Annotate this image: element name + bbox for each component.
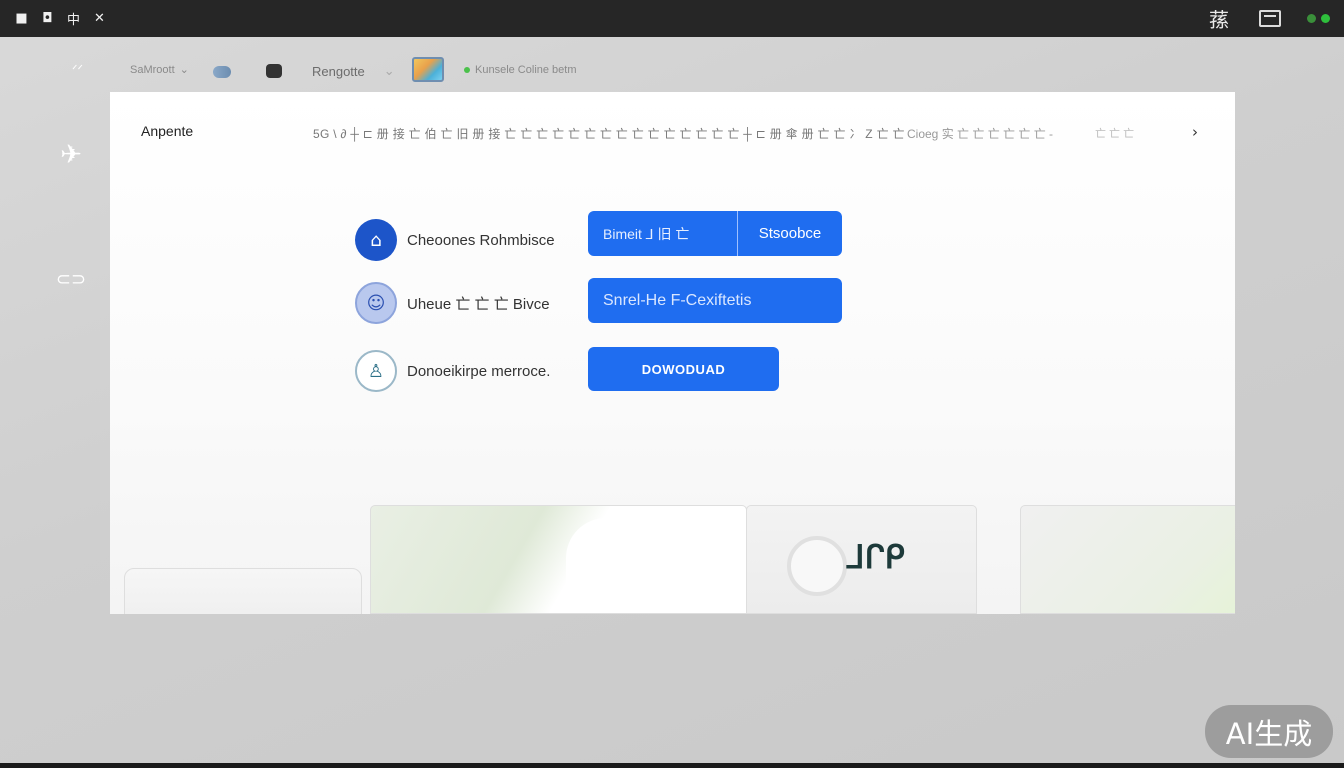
mouse-image <box>787 536 847 596</box>
panel-description-tertiary: 亡 亡 亡 <box>1095 128 1135 140</box>
ai-generated-badge: AI生成 <box>1205 705 1333 758</box>
option-label: Cheoones Rohmbisce <box>407 231 555 249</box>
option-row: ☺ Uheue 亡 亡 亡 Bivce <box>355 282 550 324</box>
titlebar-right-controls: 蓀 <box>1209 0 1344 37</box>
thumbnail-card[interactable]: ᒧᒋᑭ <box>746 505 977 614</box>
titlebar-left-controls: ■ ◘ 中 ✕ <box>14 11 107 28</box>
chevron-down-icon: ⌄ <box>179 64 189 76</box>
action-button[interactable]: Snrel-He F-Cexiftetis <box>588 278 842 323</box>
building-icon: ⌂ <box>355 219 397 261</box>
toggle-icon[interactable] <box>213 66 231 78</box>
thumbnail-card[interactable] <box>124 568 362 614</box>
toolbar-item-1[interactable]: SaMroott ⌄ <box>130 63 189 77</box>
thumbnail-card[interactable] <box>370 505 747 614</box>
option-label: Uheue 亡 亡 亡 Bivce <box>407 295 550 313</box>
main-panel: Anpente 5G \ ∂ ┼ ⊏ 册 接 亡 伯 亡 旧 册 接 亡 亡 亡… <box>110 92 1235 614</box>
panel-title: Anpente <box>141 123 194 139</box>
toolbar-item-3-label: Kunsele Coline betm <box>475 64 577 76</box>
window-icon[interactable]: ◘ <box>40 11 55 26</box>
language-icon[interactable]: 中 <box>66 11 81 28</box>
chevron-right-icon[interactable]: › <box>1192 123 1198 141</box>
brush-icon[interactable]: ᐟᐟ <box>72 62 83 78</box>
toolbar-item-2-label: Rengotte <box>312 63 365 79</box>
toolbar-item-3[interactable]: Kunsele Coline betm <box>464 64 577 76</box>
close-icon[interactable]: ✕ <box>92 11 107 26</box>
person-icon: ♙ <box>355 350 397 392</box>
cloud-image <box>566 518 746 613</box>
bottom-edge <box>0 763 1344 768</box>
toolbar: ᐟᐟ SaMroott ⌄ Rengotte ⌄ Kunsele Coline … <box>0 37 1344 93</box>
robot-icon: ☺ <box>355 282 397 324</box>
color-palette-icon[interactable] <box>412 57 444 82</box>
split-button-left[interactable]: Bimeit ⅃ 旧 亡 <box>588 211 738 256</box>
window-layout-icon[interactable] <box>1259 10 1281 27</box>
split-button-right[interactable]: Stsoobce <box>738 211 842 256</box>
option-row: ♙ Donoeikirpe merroce. <box>355 350 550 392</box>
option-row: ⌂ Cheoones Rohmbisce <box>355 219 555 261</box>
logo-icon: ᒧᒋᑭ <box>845 538 905 576</box>
status-dot-icon <box>1321 14 1330 23</box>
plane-icon[interactable]: ✈ <box>58 140 84 170</box>
option-label: Donoeikirpe merroce. <box>407 362 551 380</box>
split-button: Bimeit ⅃ 旧 亡 Stsoobce <box>588 211 842 256</box>
panel-description: 5G \ ∂ ┼ ⊏ 册 接 亡 伯 亡 旧 册 接 亡 亡 亡 亡 亡 亡 亡… <box>313 127 905 141</box>
status-dot-icon <box>1307 14 1316 23</box>
panel-description-secondary: Cioeg 实 亡 亡 亡 亡 亡 亡 - <box>907 127 1054 141</box>
puzzle-icon[interactable] <box>266 64 282 78</box>
online-dot-icon <box>464 67 470 73</box>
chevron-down-icon: ⌄ <box>383 63 395 78</box>
thumbnail-card[interactable] <box>1020 505 1235 614</box>
download-button[interactable]: DOWODUAD <box>588 347 779 391</box>
toolbar-item-1-label: SaMroott <box>130 63 175 76</box>
title-bar: ■ ◘ 中 ✕ 蓀 <box>0 0 1344 37</box>
app-icon[interactable]: ■ <box>14 11 29 26</box>
link-icon[interactable]: ⊂⊃ <box>56 268 86 290</box>
extension-icon[interactable]: 蓀 <box>1209 4 1229 33</box>
toolbar-item-2[interactable]: Rengotte ⌄ <box>312 63 395 79</box>
